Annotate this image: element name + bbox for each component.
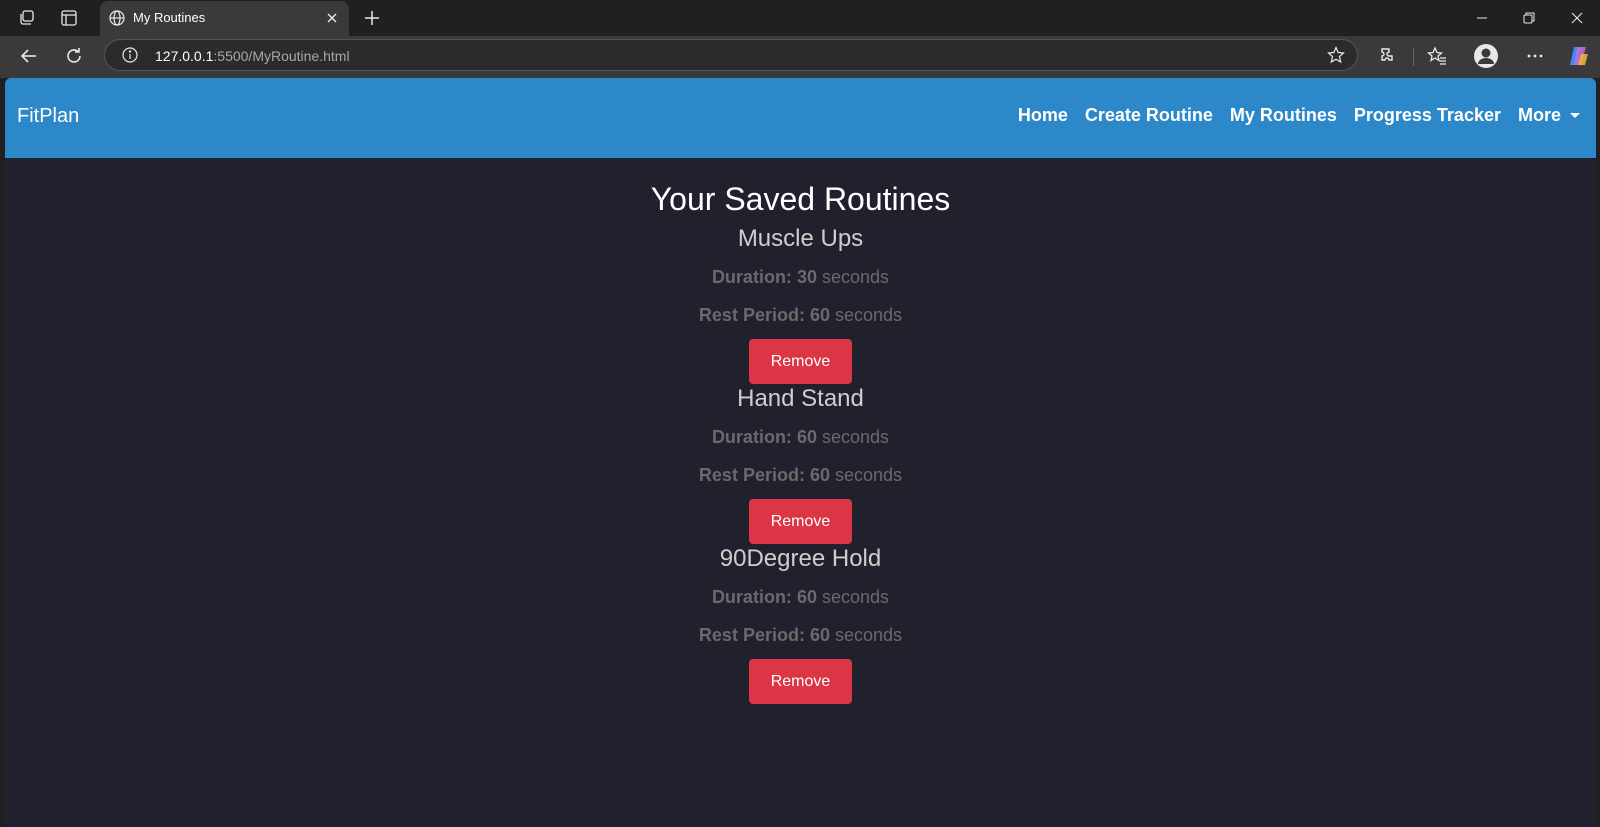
rest-unit: seconds (835, 305, 903, 325)
restore-icon[interactable] (1509, 4, 1549, 32)
routine-rest: Rest Period: 60 seconds (5, 616, 1596, 654)
tab-my-routines[interactable]: My Routines (100, 1, 349, 36)
rest-value: 60 (809, 305, 830, 325)
duration-label: Duration: (711, 427, 792, 447)
routine-duration: Duration: 60 seconds (5, 418, 1596, 456)
remove-button[interactable]: Remove (749, 499, 852, 544)
routine-item: Hand Stand Duration: 60 seconds Rest Per… (5, 380, 1596, 544)
nav-create-routine[interactable]: Create Routine (1085, 105, 1213, 126)
navbar: FitPlan Home Create Routine My Routines … (5, 78, 1596, 158)
more-options-icon[interactable] (1521, 42, 1549, 70)
address-bar[interactable]: 127.0.0.1:5500/MyRoutine.html (104, 39, 1358, 71)
copilot-icon[interactable] (1565, 42, 1593, 70)
tab-title: My Routines (133, 10, 206, 25)
close-window-icon[interactable] (1557, 4, 1597, 32)
rest-unit: seconds (835, 465, 903, 485)
url-path: :5500/MyRoutine.html (213, 48, 350, 64)
globe-icon (108, 9, 126, 32)
duration-value: 60 (796, 587, 817, 607)
workspaces-icon[interactable] (13, 4, 41, 32)
toolbar-divider (1413, 48, 1414, 66)
routine-rest: Rest Period: 60 seconds (5, 456, 1596, 494)
profile-avatar-icon[interactable] (1472, 42, 1500, 70)
favorites-icon[interactable] (1423, 42, 1451, 70)
remove-button[interactable]: Remove (749, 659, 852, 704)
nav-links: Home Create Routine My Routines Progress… (1018, 105, 1580, 126)
back-icon[interactable] (15, 42, 43, 70)
routine-duration: Duration: 30 seconds (5, 258, 1596, 296)
browser-toolbar: 127.0.0.1:5500/MyRoutine.html (0, 36, 1600, 78)
routine-item: Muscle Ups Duration: 30 seconds Rest Per… (5, 220, 1596, 384)
site-info-icon[interactable] (121, 46, 139, 69)
routine-name: Hand Stand (737, 385, 864, 412)
routine-item: 90Degree Hold Duration: 60 seconds Rest … (5, 540, 1596, 704)
duration-unit: seconds (822, 267, 890, 287)
nav-more-dropdown[interactable]: More (1518, 105, 1580, 126)
rest-unit: seconds (835, 625, 903, 645)
new-tab-icon[interactable] (358, 4, 386, 32)
duration-unit: seconds (822, 427, 890, 447)
nav-home[interactable]: Home (1018, 105, 1068, 126)
rest-label: Rest Period: (698, 465, 805, 485)
remove-button[interactable]: Remove (749, 339, 852, 384)
favorite-star-icon[interactable] (1327, 46, 1345, 69)
caret-down-icon (1570, 113, 1580, 118)
nav-progress-tracker[interactable]: Progress Tracker (1354, 105, 1501, 126)
rest-label: Rest Period: (698, 305, 805, 325)
page-viewport: FitPlan Home Create Routine My Routines … (5, 78, 1596, 827)
minimize-icon[interactable] (1462, 4, 1502, 32)
duration-value: 30 (796, 267, 817, 287)
rest-value: 60 (809, 465, 830, 485)
url-host: 127.0.0.1 (155, 48, 214, 64)
rest-value: 60 (809, 625, 830, 645)
refresh-icon[interactable] (60, 42, 88, 70)
rest-label: Rest Period: (698, 625, 805, 645)
extensions-icon[interactable] (1373, 42, 1401, 70)
page-title: Your Saved Routines (650, 181, 951, 217)
tab-actions-icon[interactable] (55, 4, 83, 32)
routine-duration: Duration: 60 seconds (5, 578, 1596, 616)
duration-label: Duration: (711, 587, 792, 607)
duration-unit: seconds (822, 587, 890, 607)
nav-more-label: More (1517, 105, 1561, 125)
url-text: 127.0.0.1:5500/MyRoutine.html (155, 48, 350, 64)
routine-name: Muscle Ups (737, 225, 864, 252)
routine-name: 90Degree Hold (719, 545, 882, 572)
duration-value: 60 (796, 427, 817, 447)
duration-label: Duration: (711, 267, 792, 287)
brand-link[interactable]: FitPlan (17, 105, 79, 128)
close-tab-icon[interactable] (323, 9, 341, 32)
main-content: Your Saved Routines Muscle Ups Duration:… (5, 158, 1596, 704)
routine-rest: Rest Period: 60 seconds (5, 296, 1596, 334)
nav-my-routines[interactable]: My Routines (1230, 105, 1337, 126)
browser-tab-bar: My Routines (0, 0, 1600, 36)
